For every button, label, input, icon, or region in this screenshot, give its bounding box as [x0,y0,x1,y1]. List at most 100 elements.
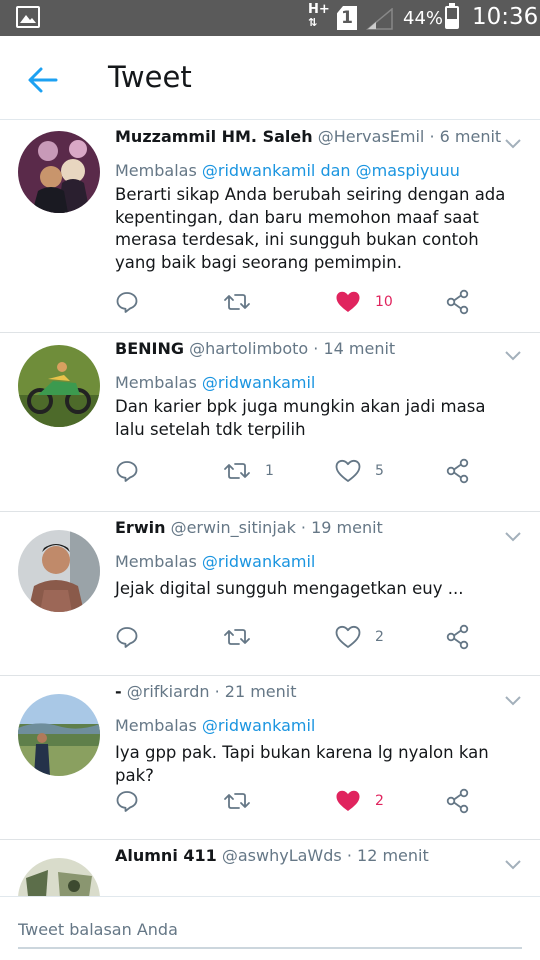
author-handle[interactable]: @rifkiardn [127,682,210,701]
replying-to: Membalas @ridwankamil [115,373,315,392]
retweet-button[interactable] [223,623,265,651]
chevron-down-icon[interactable] [504,856,522,874]
chevron-down-icon[interactable] [504,347,522,365]
tweet-header: Muzzammil HM. Saleh @HervasEmil · 6 meni… [115,127,501,146]
reply-icon [116,461,138,482]
retweet-button[interactable] [223,787,265,815]
reply-button[interactable] [115,787,139,815]
gallery-notification-icon [16,6,40,28]
status-bar: H+ ⇅ 1 44% 10:36 [0,0,540,36]
retweet-button[interactable] [223,288,265,316]
battery-percent: 44% [403,8,444,29]
tweet-actions: 1 5 [115,457,475,485]
tweet-text: Iya gpp pak. Tapi bukan karena lg nyalon… [115,743,489,785]
app-bar: Tweet [0,36,540,120]
tweet-item[interactable]: - @rifkiardn · 21 menit Membalas @ridwan… [0,676,540,840]
reply-button[interactable] [115,623,139,651]
author-handle[interactable]: @HervasEmil [318,127,425,146]
share-button[interactable] [445,457,471,485]
tweet-header: Erwin @erwin_sitinjak · 19 menit [115,518,383,537]
tweet-item[interactable]: Muzzammil HM. Saleh @HervasEmil · 6 meni… [0,121,540,333]
chevron-down-icon[interactable] [504,528,522,546]
battery-icon [445,3,459,29]
retweet-icon [224,793,250,809]
heart-icon [335,459,361,482]
avatar[interactable] [18,858,100,896]
heart-filled-icon [336,790,360,811]
reply-button[interactable] [115,457,139,485]
tweet-text: Dan karier bpk juga mungkin akan jadi ma… [115,397,486,439]
author-handle[interactable]: @aswhyLaWds [222,846,342,865]
replying-to-mentions[interactable]: @ridwankamil dan @maspiyuuu [202,161,460,180]
tweet-item[interactable]: Erwin @erwin_sitinjak · 19 menit Membala… [0,512,540,676]
tweet-time: · 14 menit [313,339,396,358]
arrow-left-icon[interactable] [26,66,58,94]
tweet-text: Jejak digital sungguh mengagetkan euy ..… [115,579,464,598]
like-button[interactable]: 5 [335,457,384,485]
replying-to-prefix: Membalas [115,161,197,180]
tweet-header: Alumni 411 @aswhyLaWds · 12 menit [115,846,429,865]
like-count: 2 [375,793,384,809]
replying-to-mentions[interactable]: @ridwankamil [202,373,315,392]
reply-bar [0,896,540,960]
replying-to: Membalas @ridwankamil [115,716,315,735]
avatar[interactable] [18,131,100,213]
avatar[interactable] [18,345,100,427]
tweet-time: · 6 menit [429,127,502,146]
reply-feed[interactable]: Muzzammil HM. Saleh @HervasEmil · 6 meni… [0,121,540,896]
network-type-indicator: H+ ⇅ [308,2,330,29]
network-type-text: H+ [308,2,330,17]
replying-to-mentions[interactable]: @ridwankamil [202,716,315,735]
signal-strength-icon [366,8,393,30]
author-name[interactable]: Erwin [115,518,165,537]
share-button[interactable] [445,623,471,651]
battery-level-fill [447,18,457,27]
author-handle[interactable]: @erwin_sitinjak [171,518,296,537]
reply-icon [116,627,138,648]
replying-to-prefix: Membalas [115,552,197,571]
sim-card-icon: 1 [337,6,357,30]
like-count: 2 [375,629,384,645]
tweet-actions: 2 [115,623,475,651]
replying-to-mentions[interactable]: @ridwankamil [202,552,315,571]
tweet-item[interactable]: BENING @hartolimboto · 14 menit Membalas… [0,333,540,512]
author-name[interactable]: Muzzammil HM. Saleh [115,127,313,146]
tweet-item[interactable]: Alumni 411 @aswhyLaWds · 12 menit [0,840,540,896]
like-button[interactable]: 2 [335,623,384,651]
like-button[interactable]: 2 [335,787,384,815]
tweet-time: · 21 menit [214,682,297,701]
tweet-time: · 19 menit [300,518,383,537]
chevron-down-icon[interactable] [504,692,522,710]
share-icon [446,788,469,814]
chevron-down-icon[interactable] [504,135,522,153]
tweet-header: BENING @hartolimboto · 14 menit [115,339,395,358]
tweet-text: Berarti sikap Anda berubah seiring denga… [115,185,506,272]
like-count: 10 [375,294,393,310]
author-name[interactable]: Alumni 411 [115,846,217,865]
replying-to: Membalas @ridwankamil dan @maspiyuuu [115,161,460,180]
tweet-actions: 2 [115,787,475,815]
heart-icon [335,625,361,648]
reply-button[interactable] [115,288,139,316]
author-name[interactable]: BENING [115,339,184,358]
tweet-actions: 10 [115,288,475,316]
retweet-count: 1 [265,463,274,479]
share-icon [446,289,469,315]
retweet-icon [224,629,250,645]
reply-icon [116,791,138,812]
tweet-header: - @rifkiardn · 21 menit [115,682,297,701]
reply-input[interactable] [18,911,522,949]
avatar[interactable] [18,694,100,776]
author-name[interactable]: - [115,682,122,701]
share-button[interactable] [445,787,471,815]
author-handle[interactable]: @hartolimboto [189,339,308,358]
replying-to-prefix: Membalas [115,373,197,392]
like-count: 5 [375,463,384,479]
heart-filled-icon [336,291,360,312]
like-button[interactable]: 10 [335,288,393,316]
avatar[interactable] [18,530,100,612]
retweet-button[interactable]: 1 [223,457,274,485]
replying-to: Membalas @ridwankamil [115,552,315,571]
share-icon [446,458,469,484]
share-button[interactable] [445,288,471,316]
